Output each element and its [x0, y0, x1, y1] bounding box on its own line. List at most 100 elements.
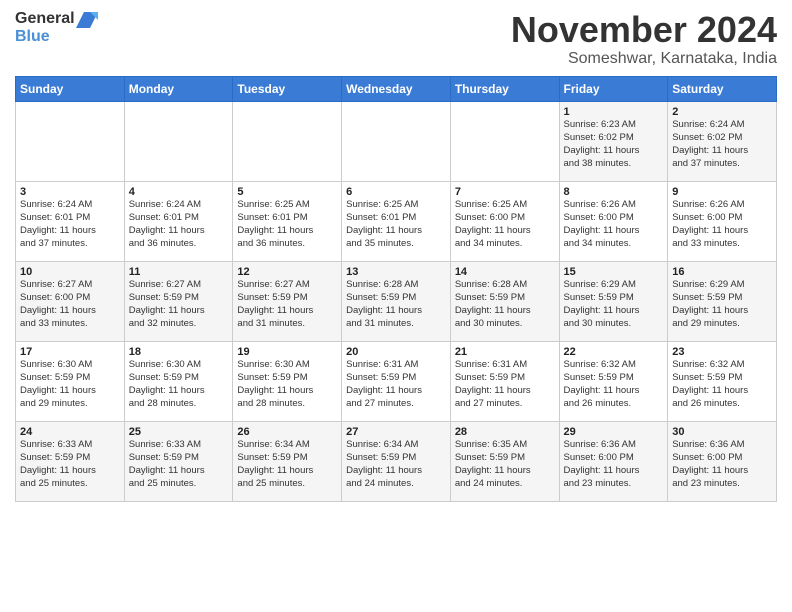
calendar-cell: 5Sunrise: 6:25 AMSunset: 6:01 PMDaylight… [233, 181, 342, 261]
week-row-3: 10Sunrise: 6:27 AMSunset: 6:00 PMDayligh… [16, 261, 777, 341]
day-number: 19 [237, 345, 337, 360]
calendar-cell: 13Sunrise: 6:28 AMSunset: 5:59 PMDayligh… [342, 261, 451, 341]
calendar-cell: 14Sunrise: 6:28 AMSunset: 5:59 PMDayligh… [450, 261, 559, 341]
calendar-cell: 26Sunrise: 6:34 AMSunset: 5:59 PMDayligh… [233, 421, 342, 501]
day-info: Sunrise: 6:34 AMSunset: 5:59 PMDaylight:… [237, 439, 337, 490]
day-number: 1 [564, 105, 664, 120]
week-row-1: 1Sunrise: 6:23 AMSunset: 6:02 PMDaylight… [16, 101, 777, 181]
day-number: 11 [129, 265, 229, 280]
calendar-cell: 16Sunrise: 6:29 AMSunset: 5:59 PMDayligh… [668, 261, 777, 341]
day-number: 27 [346, 425, 446, 440]
weekday-header-thursday: Thursday [450, 76, 559, 101]
day-number: 10 [20, 265, 120, 280]
calendar-cell: 27Sunrise: 6:34 AMSunset: 5:59 PMDayligh… [342, 421, 451, 501]
day-info: Sunrise: 6:25 AMSunset: 6:00 PMDaylight:… [455, 199, 555, 250]
day-number: 3 [20, 185, 120, 200]
page-container: General Blue November 2024 Someshwar, Ka… [0, 0, 792, 512]
calendar-cell: 1Sunrise: 6:23 AMSunset: 6:02 PMDaylight… [559, 101, 668, 181]
calendar-cell [16, 101, 125, 181]
day-number: 20 [346, 345, 446, 360]
logo-blue-text: Blue [15, 28, 50, 45]
calendar-cell [233, 101, 342, 181]
calendar-cell: 7Sunrise: 6:25 AMSunset: 6:00 PMDaylight… [450, 181, 559, 261]
calendar-cell: 21Sunrise: 6:31 AMSunset: 5:59 PMDayligh… [450, 341, 559, 421]
calendar-cell [342, 101, 451, 181]
day-info: Sunrise: 6:28 AMSunset: 5:59 PMDaylight:… [455, 279, 555, 330]
day-info: Sunrise: 6:26 AMSunset: 6:00 PMDaylight:… [564, 199, 664, 250]
day-number: 24 [20, 425, 120, 440]
day-number: 17 [20, 345, 120, 360]
day-info: Sunrise: 6:23 AMSunset: 6:02 PMDaylight:… [564, 119, 664, 170]
day-info: Sunrise: 6:28 AMSunset: 5:59 PMDaylight:… [346, 279, 446, 330]
day-info: Sunrise: 6:30 AMSunset: 5:59 PMDaylight:… [20, 359, 120, 410]
day-info: Sunrise: 6:33 AMSunset: 5:59 PMDaylight:… [20, 439, 120, 490]
day-number: 13 [346, 265, 446, 280]
day-number: 16 [672, 265, 772, 280]
day-info: Sunrise: 6:31 AMSunset: 5:59 PMDaylight:… [455, 359, 555, 410]
day-number: 29 [564, 425, 664, 440]
calendar-cell: 22Sunrise: 6:32 AMSunset: 5:59 PMDayligh… [559, 341, 668, 421]
calendar-cell: 24Sunrise: 6:33 AMSunset: 5:59 PMDayligh… [16, 421, 125, 501]
calendar-cell: 30Sunrise: 6:36 AMSunset: 6:00 PMDayligh… [668, 421, 777, 501]
weekday-header-friday: Friday [559, 76, 668, 101]
day-info: Sunrise: 6:31 AMSunset: 5:59 PMDaylight:… [346, 359, 446, 410]
calendar-cell: 19Sunrise: 6:30 AMSunset: 5:59 PMDayligh… [233, 341, 342, 421]
day-number: 8 [564, 185, 664, 200]
week-row-2: 3Sunrise: 6:24 AMSunset: 6:01 PMDaylight… [16, 181, 777, 261]
day-info: Sunrise: 6:34 AMSunset: 5:59 PMDaylight:… [346, 439, 446, 490]
day-info: Sunrise: 6:24 AMSunset: 6:01 PMDaylight:… [129, 199, 229, 250]
calendar-cell: 25Sunrise: 6:33 AMSunset: 5:59 PMDayligh… [124, 421, 233, 501]
day-number: 25 [129, 425, 229, 440]
day-info: Sunrise: 6:30 AMSunset: 5:59 PMDaylight:… [237, 359, 337, 410]
day-info: Sunrise: 6:29 AMSunset: 5:59 PMDaylight:… [564, 279, 664, 330]
day-info: Sunrise: 6:35 AMSunset: 5:59 PMDaylight:… [455, 439, 555, 490]
calendar-cell: 15Sunrise: 6:29 AMSunset: 5:59 PMDayligh… [559, 261, 668, 341]
logo-general-text: General [15, 10, 75, 28]
weekday-header-sunday: Sunday [16, 76, 125, 101]
calendar-cell: 2Sunrise: 6:24 AMSunset: 6:02 PMDaylight… [668, 101, 777, 181]
day-info: Sunrise: 6:27 AMSunset: 6:00 PMDaylight:… [20, 279, 120, 330]
weekday-header-tuesday: Tuesday [233, 76, 342, 101]
day-number: 23 [672, 345, 772, 360]
day-info: Sunrise: 6:25 AMSunset: 6:01 PMDaylight:… [237, 199, 337, 250]
weekday-header-saturday: Saturday [668, 76, 777, 101]
weekday-header-wednesday: Wednesday [342, 76, 451, 101]
calendar-cell: 9Sunrise: 6:26 AMSunset: 6:00 PMDaylight… [668, 181, 777, 261]
weekday-header-monday: Monday [124, 76, 233, 101]
calendar-cell: 17Sunrise: 6:30 AMSunset: 5:59 PMDayligh… [16, 341, 125, 421]
calendar-cell: 20Sunrise: 6:31 AMSunset: 5:59 PMDayligh… [342, 341, 451, 421]
day-info: Sunrise: 6:30 AMSunset: 5:59 PMDaylight:… [129, 359, 229, 410]
calendar-table: SundayMondayTuesdayWednesdayThursdayFrid… [15, 76, 777, 502]
day-number: 7 [455, 185, 555, 200]
day-info: Sunrise: 6:25 AMSunset: 6:01 PMDaylight:… [346, 199, 446, 250]
day-number: 4 [129, 185, 229, 200]
day-number: 12 [237, 265, 337, 280]
day-info: Sunrise: 6:29 AMSunset: 5:59 PMDaylight:… [672, 279, 772, 330]
calendar-cell [450, 101, 559, 181]
day-info: Sunrise: 6:27 AMSunset: 5:59 PMDaylight:… [237, 279, 337, 330]
calendar-cell: 12Sunrise: 6:27 AMSunset: 5:59 PMDayligh… [233, 261, 342, 341]
day-number: 6 [346, 185, 446, 200]
calendar-cell: 10Sunrise: 6:27 AMSunset: 6:00 PMDayligh… [16, 261, 125, 341]
day-info: Sunrise: 6:26 AMSunset: 6:00 PMDaylight:… [672, 199, 772, 250]
week-row-5: 24Sunrise: 6:33 AMSunset: 5:59 PMDayligh… [16, 421, 777, 501]
calendar-cell: 23Sunrise: 6:32 AMSunset: 5:59 PMDayligh… [668, 341, 777, 421]
calendar-cell: 11Sunrise: 6:27 AMSunset: 5:59 PMDayligh… [124, 261, 233, 341]
calendar-cell: 3Sunrise: 6:24 AMSunset: 6:01 PMDaylight… [16, 181, 125, 261]
day-number: 15 [564, 265, 664, 280]
day-info: Sunrise: 6:36 AMSunset: 6:00 PMDaylight:… [564, 439, 664, 490]
logo: General Blue [15, 10, 99, 46]
weekday-header-row: SundayMondayTuesdayWednesdayThursdayFrid… [16, 76, 777, 101]
day-info: Sunrise: 6:33 AMSunset: 5:59 PMDaylight:… [129, 439, 229, 490]
calendar-cell: 29Sunrise: 6:36 AMSunset: 6:00 PMDayligh… [559, 421, 668, 501]
calendar-cell: 8Sunrise: 6:26 AMSunset: 6:00 PMDaylight… [559, 181, 668, 261]
day-info: Sunrise: 6:32 AMSunset: 5:59 PMDaylight:… [672, 359, 772, 410]
day-number: 26 [237, 425, 337, 440]
day-number: 18 [129, 345, 229, 360]
day-info: Sunrise: 6:24 AMSunset: 6:01 PMDaylight:… [20, 199, 120, 250]
calendar-cell: 4Sunrise: 6:24 AMSunset: 6:01 PMDaylight… [124, 181, 233, 261]
day-info: Sunrise: 6:24 AMSunset: 6:02 PMDaylight:… [672, 119, 772, 170]
location: Someshwar, Karnataka, India [511, 50, 777, 68]
calendar-cell [124, 101, 233, 181]
day-info: Sunrise: 6:27 AMSunset: 5:59 PMDaylight:… [129, 279, 229, 330]
